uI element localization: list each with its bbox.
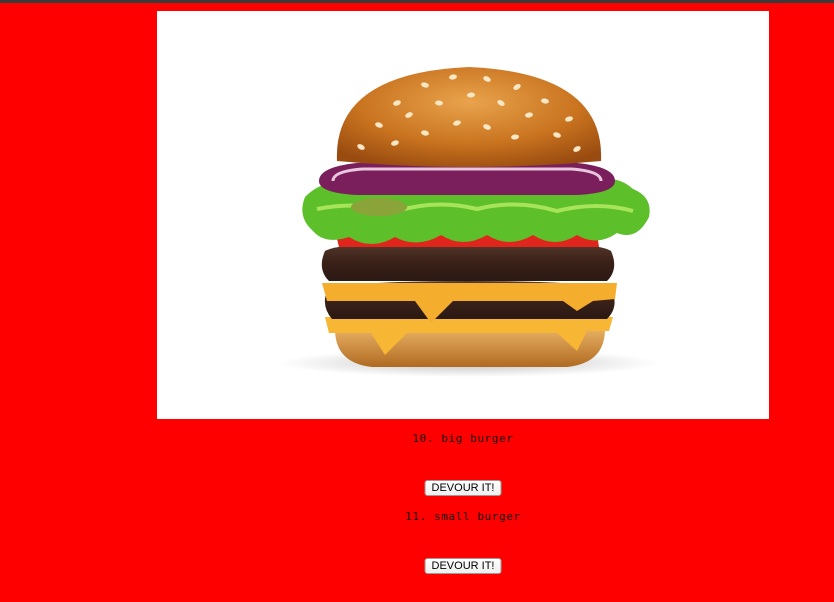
burger-name: 10. big burger	[412, 432, 514, 445]
list-item: 10. big burger DEVOUR IT!	[157, 426, 769, 504]
burger-illustration	[279, 67, 659, 377]
burger-name: 11. small burger	[405, 510, 521, 523]
window-top-edge	[0, 0, 834, 3]
devour-button[interactable]: DEVOUR IT!	[424, 480, 502, 496]
devour-button[interactable]: DEVOUR IT!	[424, 558, 502, 574]
burger-list: 10. big burger DEVOUR IT! 11. small burg…	[157, 426, 769, 582]
list-item: 11. small burger DEVOUR IT!	[157, 504, 769, 582]
burger-hero-image	[157, 11, 769, 419]
